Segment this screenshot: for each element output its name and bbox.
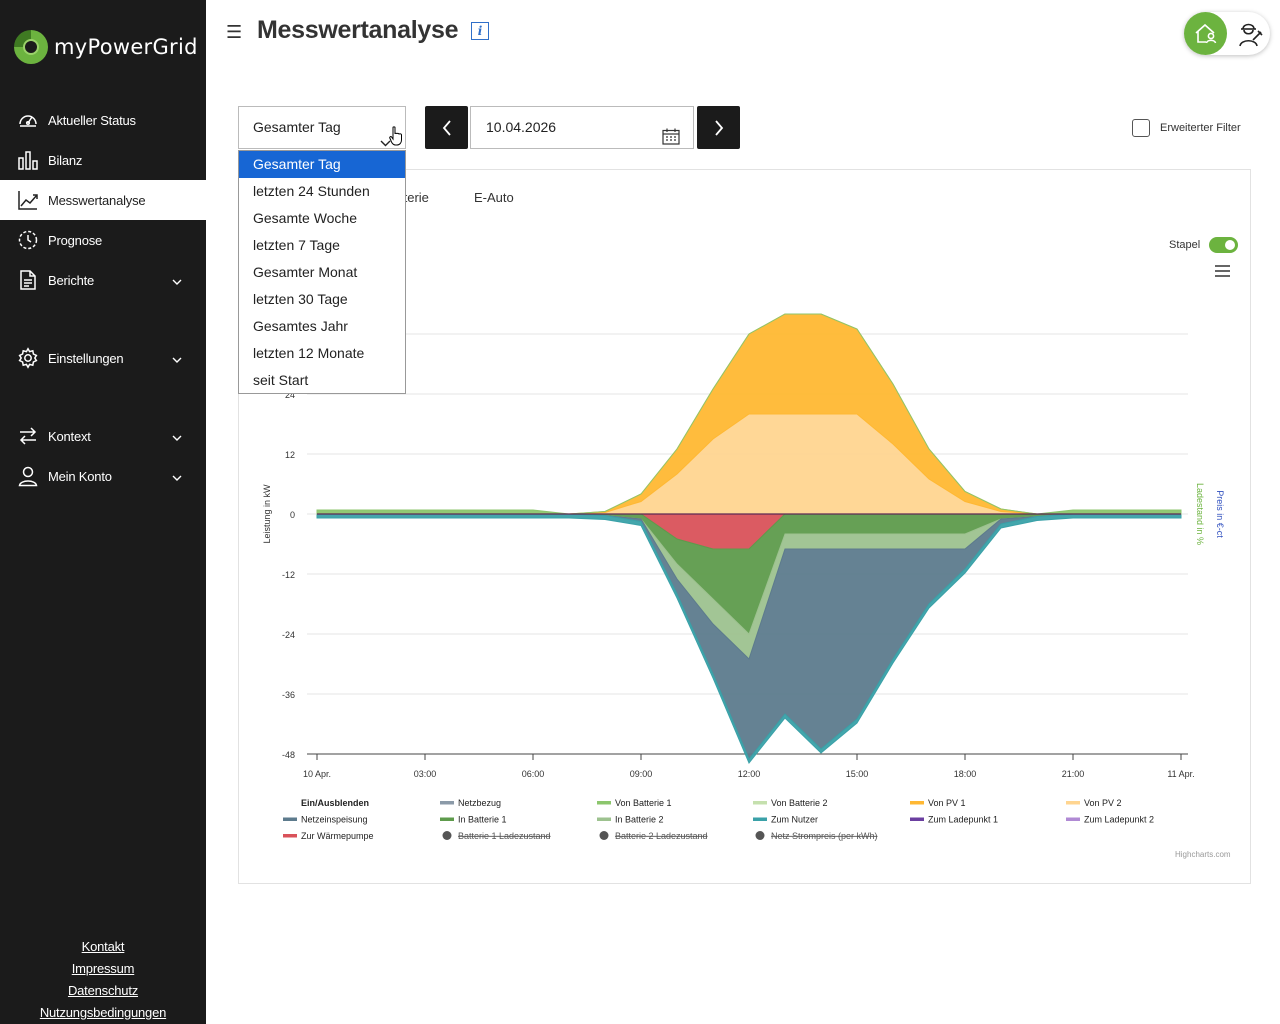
sidebar-item-kontext[interactable]: Kontext [0,416,206,456]
advanced-filter[interactable]: Erweiterter Filter [1132,119,1241,137]
range-select[interactable]: Gesamter Tag [238,106,406,149]
range-select-value: Gesamter Tag [253,119,341,135]
sidebar-item-label: Einstellungen [48,350,124,366]
sidebar-item-label: Berichte [48,272,95,288]
stack-toggle[interactable]: Stapel [1169,237,1239,253]
info-icon[interactable]: i [471,22,489,40]
chart-credit: Highcharts.com [1175,850,1231,859]
range-option[interactable]: Gesamter Monat [239,259,405,286]
chevron-right-icon [714,119,723,136]
footer-link-nutzungsbedingungen[interactable]: Nutzungsbedingungen [0,1002,206,1024]
stack-toggle-label: Stapel [1169,239,1201,251]
forecast-icon [17,229,39,251]
context-switcher [1184,12,1270,55]
sidebar-item-label: Messwertanalyse [48,192,146,208]
sidebar-item-label: Bilanz [48,152,83,168]
sidebar-item-messwertanalyse[interactable]: Messwertanalyse [0,180,206,220]
user-icon [17,465,39,487]
range-dropdown: Gesamter Tag letzten 24 Stunden Gesamte Wo… [238,150,406,394]
page-title: Messwertanalyse [257,16,459,44]
range-option[interactable]: letzten 24 Stunden [239,178,405,205]
sidebar: myPowerGrid Aktueller Status Bilanz Mess… [0,0,206,1024]
bar-chart-icon [17,149,39,171]
chevron-down-icon [172,430,182,445]
advanced-filter-label: Erweiterter Filter [1160,122,1241,134]
footer-link-kontakt[interactable]: Kontakt [0,936,206,958]
range-option[interactable]: Gesamtes Jahr [239,313,405,340]
range-option[interactable]: Gesamte Woche [239,205,405,232]
range-option[interactable]: letzten 7 Tage [239,232,405,259]
gear-icon [17,347,39,369]
range-option[interactable]: letzten 30 Tage [239,286,405,313]
range-option[interactable]: seit Start [239,367,405,394]
sidebar-item-label: Mein Konto [48,468,112,484]
sidebar-item-berichte[interactable]: Berichte [0,260,206,300]
next-date-button[interactable] [697,106,740,149]
chart-menu-icon[interactable] [1215,265,1230,280]
logo-icon [14,30,48,64]
sidebar-item-aktueller-status[interactable]: Aktueller Status [0,100,206,140]
chevron-down-icon [172,470,182,485]
sidebar-item-label: Prognose [48,232,103,248]
chevron-down-icon [172,352,182,367]
brand-logo[interactable]: myPowerGrid [14,30,198,64]
calendar-icon[interactable] [662,120,680,161]
date-input[interactable]: 10.04.2026 [470,106,694,149]
range-option[interactable]: Gesamter Tag [239,151,405,178]
chevron-left-icon [442,119,451,136]
brand-name: myPowerGrid [54,35,198,59]
hand-cursor-icon [389,126,403,151]
previous-date-button[interactable] [425,106,468,149]
sidebar-item-label: Aktueller Status [48,112,136,128]
date-value: 10.04.2026 [486,119,557,135]
sidebar-nav: Aktueller Status Bilanz Messwertanalyse … [0,100,206,496]
tab-e-auto[interactable]: E-Auto [474,190,514,205]
sidebar-item-mein-konto[interactable]: Mein Konto [0,456,206,496]
footer-link-datenschutz[interactable]: Datenschutz [0,980,206,1002]
sidebar-item-label: Kontext [48,428,91,444]
installer-icon[interactable] [1232,16,1267,51]
range-option[interactable]: letzten 12 Monate [239,340,405,367]
line-chart-icon [17,189,39,211]
sidebar-item-bilanz[interactable]: Bilanz [0,140,206,180]
footer-links: Kontakt Impressum Datenschutz Nutzungsbe… [0,936,206,1024]
footer-link-impressum[interactable]: Impressum [0,958,206,980]
gauge-icon [17,109,39,131]
sidebar-item-prognose[interactable]: Prognose [0,220,206,260]
home-user-button[interactable] [1184,12,1227,55]
document-icon [17,269,39,291]
advanced-filter-checkbox[interactable] [1132,119,1150,137]
menu-toggle-icon[interactable]: ☰ [226,22,242,43]
chevron-down-icon [172,274,182,289]
sidebar-item-einstellungen[interactable]: Einstellungen [0,338,206,378]
swap-icon [17,425,39,447]
stack-toggle-switch[interactable] [1209,237,1239,253]
